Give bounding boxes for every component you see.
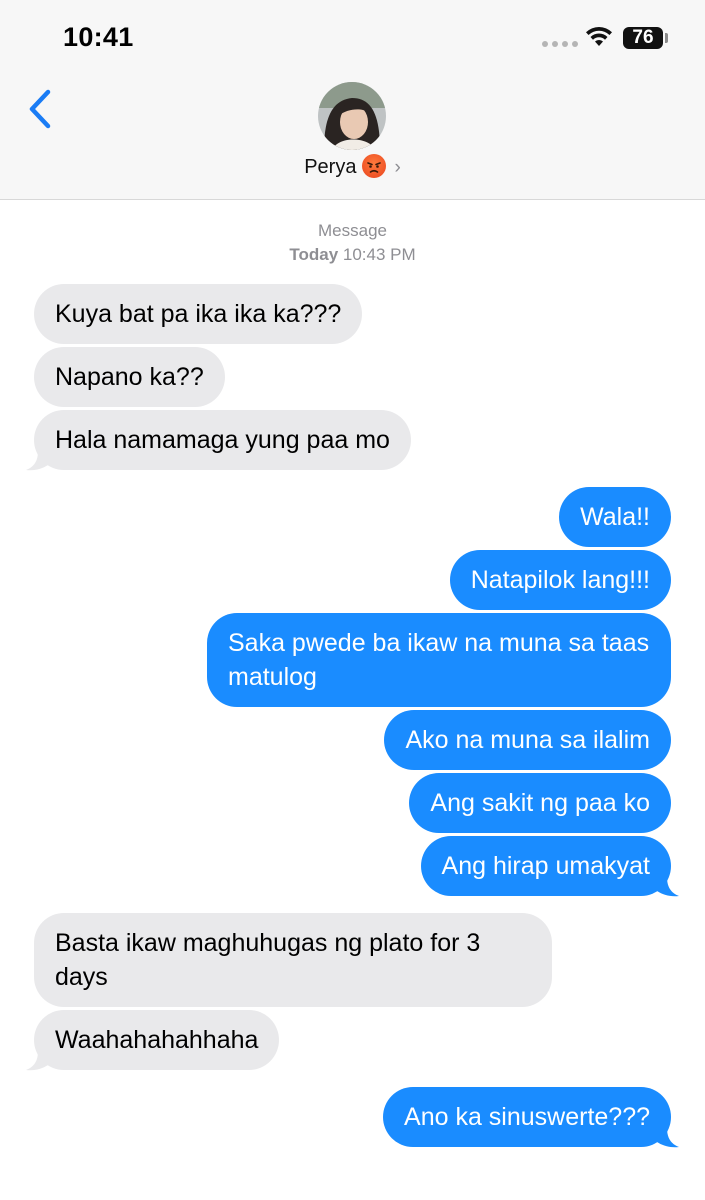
- bubble-tail: [26, 451, 48, 471]
- bubble-tail: [26, 1051, 48, 1071]
- angry-face-emoji-icon: [362, 154, 387, 178]
- bubble-tail: [657, 877, 679, 897]
- message-incoming[interactable]: Basta ikaw maghuhugas ng plato for 3 day…: [34, 913, 552, 1007]
- message-outgoing[interactable]: Ang sakit ng paa ko: [409, 773, 671, 833]
- battery-icon: 76: [623, 27, 663, 49]
- timestamp-day: Today: [289, 245, 339, 264]
- message-outgoing[interactable]: Ang hirap umakyat: [420, 836, 671, 896]
- message-incoming[interactable]: Waahahahahhaha: [34, 1010, 280, 1070]
- timestamp-time: 10:43 PM: [342, 245, 416, 264]
- message-incoming[interactable]: Napano ka??: [34, 347, 225, 407]
- message-outgoing[interactable]: Ano ka sinuswerte???: [383, 1087, 671, 1147]
- message-incoming[interactable]: Hala namamaga yung paa mo: [34, 410, 411, 470]
- message-outgoing[interactable]: Natapilok lang!!!: [449, 550, 671, 610]
- service-label: Message: [318, 221, 387, 240]
- back-button[interactable]: [22, 86, 62, 132]
- bubble-tail: [657, 1128, 679, 1148]
- avatar[interactable]: [318, 82, 386, 150]
- status-time: 10:41: [63, 22, 134, 52]
- wifi-icon: [586, 26, 612, 46]
- battery-tip: [665, 33, 668, 43]
- message-outgoing[interactable]: Wala!!: [559, 487, 671, 547]
- cellular-signal-icon: [542, 41, 578, 47]
- conversation-header: 10:41 76 Perya ›: [0, 0, 705, 200]
- contact-name: Perya: [304, 156, 357, 178]
- chevron-right-icon: ›: [394, 157, 401, 178]
- contact-name-button[interactable]: Perya ›: [0, 154, 705, 179]
- message-outgoing[interactable]: Saka pwede ba ikaw na muna sa taas matul…: [207, 613, 671, 707]
- message-incoming[interactable]: Kuya bat pa ika ika ka???: [34, 284, 363, 344]
- message-outgoing[interactable]: Ako na muna sa ilalim: [384, 710, 671, 770]
- timestamp: Today 10:43 PM: [0, 245, 705, 265]
